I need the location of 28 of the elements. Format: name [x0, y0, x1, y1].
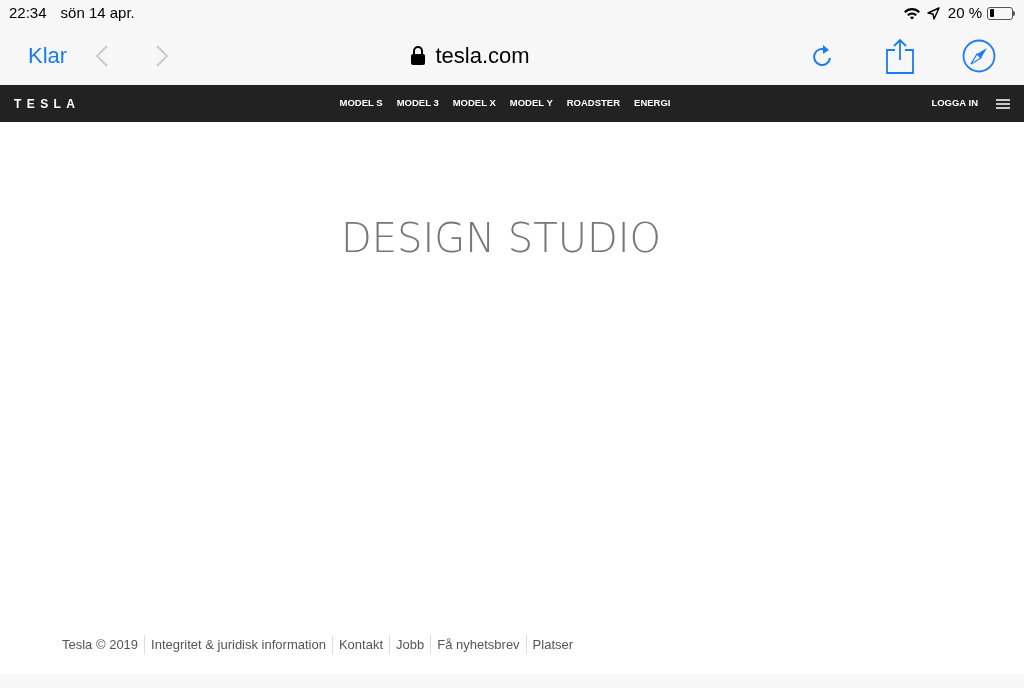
login-link[interactable]: LOGGA IN — [931, 96, 978, 111]
nav-link[interactable]: MODEL Y — [509, 96, 553, 111]
compass-icon[interactable] — [962, 38, 996, 73]
done-button[interactable]: Klar — [28, 39, 68, 72]
nav-link[interactable]: ROADSTER — [566, 96, 621, 111]
footer-link[interactable]: Kontakt — [331, 634, 384, 654]
battery-percentage: 20 % — [947, 2, 982, 23]
nav-link[interactable]: ENERGI — [634, 96, 671, 111]
reload-icon[interactable] — [812, 43, 834, 68]
status-time: 22:34 — [9, 2, 47, 23]
footer-link[interactable]: Få nyhetsbrev — [430, 634, 520, 654]
nav-link[interactable]: MODEL X — [452, 96, 496, 111]
nav-link[interactable]: MODEL 3 — [396, 96, 439, 111]
footer-link[interactable]: Tesla © 2019 — [62, 634, 139, 654]
nav-link[interactable]: MODEL S — [339, 96, 383, 111]
tesla-logo[interactable]: TESLA — [14, 94, 81, 113]
lock-icon — [411, 46, 426, 65]
menu-icon[interactable] — [996, 98, 1010, 109]
footer-link[interactable]: Jobb — [389, 634, 425, 654]
footer-link[interactable]: Platser — [525, 634, 574, 654]
battery-icon — [987, 6, 1015, 20]
footer-link[interactable]: Integritet & juridisk information — [144, 634, 326, 654]
wifi-icon — [902, 6, 921, 20]
page-heading: DESIGN STUDIO — [340, 214, 662, 263]
share-icon[interactable] — [886, 37, 914, 74]
location-arrow-icon — [926, 6, 940, 20]
status-date: sön 14 apr. — [60, 2, 135, 23]
address-url[interactable]: tesla.com — [435, 39, 530, 72]
